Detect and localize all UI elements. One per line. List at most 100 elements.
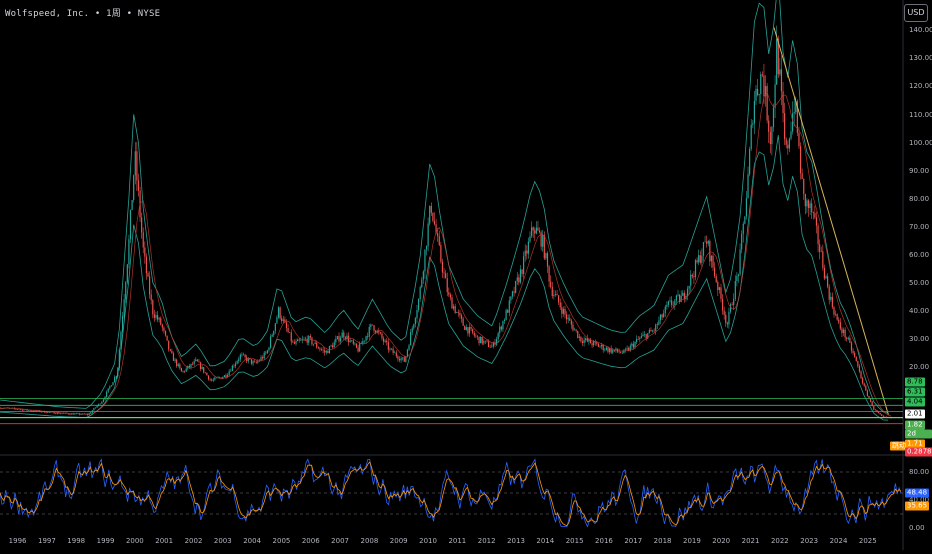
candle-body xyxy=(339,337,342,342)
candle-body xyxy=(201,367,203,369)
candle-body xyxy=(768,120,770,132)
candle-body xyxy=(445,273,447,279)
price-tick-label: 130.00 xyxy=(909,54,932,63)
candle-body xyxy=(636,339,638,343)
candle-body xyxy=(413,324,415,329)
candle-body xyxy=(184,371,186,372)
candle-body xyxy=(21,409,23,411)
candle-body xyxy=(129,210,132,240)
candle-body xyxy=(160,318,162,325)
candle-body xyxy=(381,333,383,339)
candle-body xyxy=(241,354,243,356)
candle-body xyxy=(771,127,773,145)
candle-body xyxy=(171,350,173,354)
candle-body xyxy=(320,349,323,350)
candle-body xyxy=(842,329,845,333)
level-price-badge: 0.2878 xyxy=(905,447,932,457)
candle-body xyxy=(776,38,778,85)
candle-body xyxy=(483,341,485,344)
candle-body xyxy=(425,246,428,250)
time-tick-label: 2014 xyxy=(536,537,555,545)
candle-body xyxy=(763,75,765,97)
candle-body xyxy=(696,260,698,263)
candle-body xyxy=(758,94,760,96)
candle-body xyxy=(101,401,103,404)
candle-body xyxy=(747,174,749,199)
candle-body xyxy=(836,314,838,320)
candle-body xyxy=(351,340,353,342)
candle-body xyxy=(416,310,418,319)
candle-body xyxy=(834,314,837,315)
price-tick-label: 80.00 xyxy=(909,194,930,203)
time-tick-label: 2008 xyxy=(360,537,379,545)
candle-body xyxy=(820,251,822,253)
candle-body xyxy=(359,343,361,352)
candle-body xyxy=(69,414,71,415)
candle-body xyxy=(449,294,452,298)
candle-body xyxy=(144,247,146,257)
candle-body xyxy=(367,336,369,337)
candle-body xyxy=(94,407,97,409)
candle-body xyxy=(656,324,658,326)
time-tick-label: 2018 xyxy=(653,537,672,545)
candle-body xyxy=(365,336,367,341)
candle-body xyxy=(429,205,431,224)
candle-body xyxy=(355,343,358,348)
candle-body xyxy=(209,379,211,380)
candle-body xyxy=(312,343,315,345)
candle-body xyxy=(303,339,305,340)
candle-body xyxy=(214,377,216,380)
candle-body xyxy=(704,241,706,243)
level-price-badge: 1.82 xyxy=(905,420,925,430)
candle-body xyxy=(131,200,133,211)
candle-body xyxy=(553,295,555,296)
candle-body xyxy=(443,272,445,274)
candle-body xyxy=(156,315,159,320)
candle-body xyxy=(395,352,397,357)
candle-body xyxy=(478,336,480,344)
candle-body xyxy=(297,339,299,342)
candle-body xyxy=(467,327,469,334)
candle-body xyxy=(195,359,197,362)
candle-body xyxy=(411,328,413,333)
candle-body xyxy=(655,324,657,331)
candle-body xyxy=(141,217,143,233)
candle-body xyxy=(410,332,412,346)
candle-body xyxy=(844,329,846,338)
candle-body xyxy=(397,356,399,359)
candle-body xyxy=(112,382,114,386)
level-price-badge: 8.78 xyxy=(905,377,925,387)
candle-body xyxy=(457,312,459,313)
candle-body xyxy=(551,286,553,296)
candle-body xyxy=(721,298,724,311)
candle-body xyxy=(561,307,563,314)
candle-body xyxy=(812,212,814,214)
candle-body xyxy=(110,385,113,387)
candle-body xyxy=(185,368,187,372)
candle-body xyxy=(787,144,789,149)
candle-body xyxy=(822,251,824,268)
candle-body xyxy=(565,314,568,320)
chart-canvas[interactable] xyxy=(0,0,932,550)
candle-body xyxy=(523,256,525,274)
time-tick-label: 2024 xyxy=(829,537,848,545)
candle-body xyxy=(460,315,463,319)
candle-body xyxy=(766,86,768,121)
candle-body xyxy=(153,314,155,318)
candle-body xyxy=(212,379,214,381)
candle-body xyxy=(223,375,226,378)
candle-body xyxy=(480,336,482,344)
candle-body xyxy=(80,414,82,416)
candle-body xyxy=(674,300,676,305)
candle-body xyxy=(177,364,179,366)
currency-button[interactable]: USD xyxy=(904,4,928,22)
candle-body xyxy=(784,113,786,140)
price-tick-label: 50.00 xyxy=(909,278,930,287)
candle-body xyxy=(290,332,292,342)
candle-body xyxy=(430,205,432,213)
candle-body xyxy=(664,306,666,314)
candle-body xyxy=(663,313,665,318)
candle-body xyxy=(347,335,350,343)
candle-body xyxy=(332,345,334,348)
candle-body xyxy=(527,241,529,254)
